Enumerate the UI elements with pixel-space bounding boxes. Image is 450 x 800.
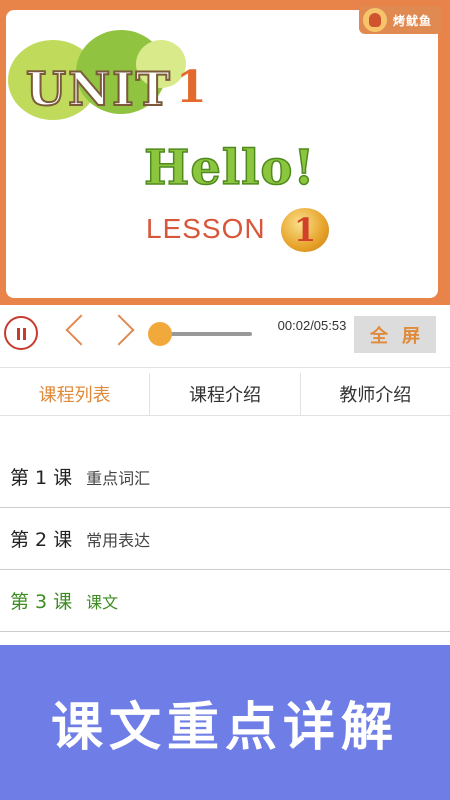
fullscreen-button[interactable]: 全屏 (354, 316, 436, 353)
brand-name: 烤鱿鱼 (392, 13, 432, 28)
lesson-number-badge: 1 (281, 208, 329, 252)
lesson-title: 课文 (86, 592, 119, 612)
progress-knob[interactable] (148, 322, 172, 346)
list-item-current[interactable]: 第 3 课 课文 (0, 570, 450, 632)
lesson-number: 第 3 课 (10, 591, 73, 613)
squid-logo-icon (362, 8, 387, 32)
unit-number: 1 (176, 62, 207, 113)
lesson-number: 第 1 课 (10, 467, 73, 489)
tab-bar: 课程列表 课程介绍 教师介绍 (0, 373, 450, 416)
video-player[interactable]: UNIT 1 Hello! LESSON 1 烤鱿鱼 (0, 0, 450, 305)
brand-badge: 烤鱿鱼 (358, 6, 442, 34)
lesson-number: 第 2 课 (10, 529, 73, 551)
hello-title: Hello! (143, 139, 316, 197)
video-frame[interactable]: UNIT 1 Hello! LESSON 1 (6, 10, 438, 298)
lesson-list: 第 1 课 重点词汇 第 2 课 常用表达 第 3 课 课文 (0, 446, 450, 632)
lesson-title: 常用表达 (86, 530, 151, 550)
lesson-label: LESSON (146, 213, 266, 244)
unit-title: UNIT (25, 61, 172, 117)
tab-course-list[interactable]: 课程列表 (0, 373, 151, 415)
tab-course-intro[interactable]: 课程介绍 (150, 373, 301, 415)
lesson-title: 重点词汇 (86, 468, 151, 488)
banner-text: 课文重点详解 (50, 698, 399, 758)
previous-icon[interactable] (65, 314, 97, 346)
tab-teacher-intro[interactable]: 教师介绍 (301, 373, 450, 415)
pause-button[interactable] (4, 316, 38, 350)
player-controls: 00:02/05:53 全屏 (0, 305, 450, 368)
next-icon[interactable] (103, 314, 135, 346)
time-display: 00:02/05:53 (277, 318, 347, 333)
promo-banner: 课文重点详解 (0, 645, 450, 800)
list-item[interactable]: 第 2 课 常用表达 (0, 508, 450, 570)
list-item[interactable]: 第 1 课 重点词汇 (0, 446, 450, 508)
